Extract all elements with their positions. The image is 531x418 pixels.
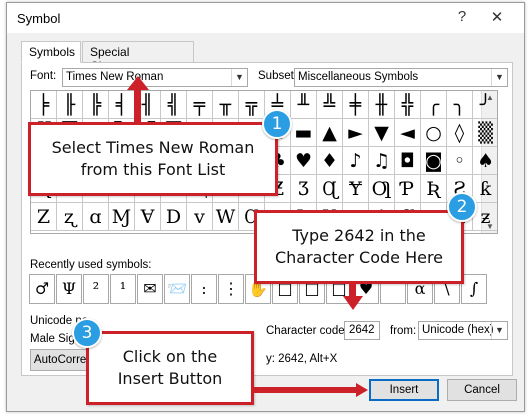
symbol-cell[interactable]: Ƣ [369, 175, 395, 203]
recent-symbol-cell[interactable]: ² [83, 274, 109, 304]
subset-label: Subset: [258, 70, 297, 82]
arrow-up-head [127, 76, 149, 90]
symbol-cell[interactable]: ╣ [161, 91, 187, 119]
symbol-cell[interactable]: ╫ [369, 91, 395, 119]
symbol-cell[interactable]: Ɏ [343, 175, 369, 203]
chevron-down-icon: ▼ [491, 69, 507, 86]
symbol-cell[interactable]: ♥ [291, 147, 317, 175]
from-label: from: [390, 325, 417, 337]
shortcut-text: y: 2642, Alt+X [266, 353, 338, 365]
symbol-cell[interactable]: D [161, 203, 187, 231]
font-label: Font: [30, 70, 57, 82]
callout-1-line-2: from this Font List [80, 160, 226, 179]
callout-select-font: Select Times New Roman from this Font Li… [28, 122, 278, 196]
symbol-cell[interactable]: ◊ [447, 119, 473, 147]
symbol-cell[interactable]: W [213, 203, 239, 231]
from-dropdown[interactable]: Unicode (hex) ▼ [418, 321, 508, 340]
symbol-cell[interactable]: ╥ [213, 91, 239, 119]
symbol-cell[interactable]: ╬ [395, 91, 421, 119]
symbol-cell[interactable]: Ɱ [109, 203, 135, 231]
symbol-cell[interactable]: ◄ [395, 119, 421, 147]
dialog-title: Symbol [17, 11, 61, 26]
chevron-down-icon: ▼ [231, 69, 247, 86]
symbol-cell[interactable]: ♠ [473, 147, 497, 175]
callout-3-line-2: Insert Button [117, 369, 223, 388]
arrow-up-shaft [134, 88, 141, 124]
symbol-cell[interactable]: ╯ [473, 91, 497, 119]
recent-symbol-cell[interactable]: ✉ [137, 274, 163, 304]
symbol-cell[interactable]: ɑ [83, 203, 109, 231]
close-button[interactable]: ✕ [487, 8, 507, 26]
symbol-cell[interactable]: ╡ [109, 91, 135, 119]
recent-symbol-cell[interactable]: ∫ [461, 274, 487, 304]
step-2-badge: 2 [447, 192, 477, 222]
symbol-cell[interactable]: Ʒ [291, 175, 317, 203]
symbol-cell[interactable]: ╞ [31, 91, 57, 119]
subset-value: Miscellaneous Symbols [298, 71, 419, 83]
symbol-cell[interactable]: ◦ [447, 147, 473, 175]
help-button[interactable]: ? [452, 8, 472, 25]
font-dropdown[interactable]: Times New Roman ▼ [62, 68, 248, 87]
symbol-cell[interactable]: ▼ [369, 119, 395, 147]
recent-symbols-label: Recently used symbols: [30, 259, 152, 271]
from-value: Unicode (hex) [422, 324, 494, 336]
symbol-cell[interactable]: ╮ [447, 91, 473, 119]
symbol-cell[interactable]: ◙ [421, 147, 447, 175]
step-1-badge: 1 [262, 109, 292, 139]
insert-button[interactable]: Insert [369, 379, 439, 401]
symbol-cell[interactable]: ╩ [317, 91, 343, 119]
recent-symbol-cell[interactable]: Ψ [56, 274, 82, 304]
character-code-label: Character code: [266, 325, 348, 337]
symbol-cell[interactable]: ▒ [473, 119, 497, 147]
symbol-cell[interactable]: Ʀ [421, 175, 447, 203]
symbol-cell[interactable]: ƙ [473, 175, 497, 203]
symbol-cell[interactable]: ▬ [291, 119, 317, 147]
callout-2-line-2: Character Code Here [274, 248, 444, 267]
symbol-cell[interactable]: ╪ [343, 91, 369, 119]
arrow-down-head [343, 296, 363, 310]
symbol-cell[interactable]: ╟ [57, 91, 83, 119]
symbol-cell[interactable]: ♪ [343, 147, 369, 175]
arrow-down-shaft [349, 283, 356, 297]
symbol-cell[interactable]: ► [343, 119, 369, 147]
recent-symbol-cell[interactable]: : [191, 274, 217, 304]
cancel-button[interactable]: Cancel [447, 379, 517, 401]
arrow-right-shaft [254, 387, 362, 393]
character-code-input[interactable]: 2642 [344, 321, 380, 340]
symbol-cell[interactable]: ╤ [187, 91, 213, 119]
symbol-cell[interactable]: ╭ [421, 91, 447, 119]
recent-symbol-cell[interactable]: ♂ [29, 274, 55, 304]
symbol-cell[interactable]: ○ [421, 119, 447, 147]
step-3-badge: 3 [72, 318, 102, 348]
callout-insert: Click on the Insert Button [86, 331, 254, 405]
subset-dropdown[interactable]: Miscellaneous Symbols ▼ [294, 68, 508, 87]
symbol-cell[interactable]: ♦ [317, 147, 343, 175]
arrow-right-head [356, 383, 368, 397]
recent-symbol-cell[interactable]: 📨 [164, 274, 190, 304]
symbol-cell[interactable]: ╦ [239, 91, 265, 119]
callout-char-code: Type 2642 in the Character Code Here [254, 210, 464, 284]
symbol-cell[interactable]: Ζ [31, 203, 57, 231]
symbol-cell[interactable]: ╨ [291, 91, 317, 119]
chevron-down-icon: ▼ [491, 322, 507, 339]
symbol-cell[interactable]: Ɋ [317, 175, 343, 203]
callout-3-line-1: Click on the [122, 347, 218, 366]
symbol-cell[interactable]: ʐ [57, 203, 83, 231]
symbol-cell[interactable]: Ɐ [135, 203, 161, 231]
symbol-cell[interactable]: v [187, 203, 213, 231]
recent-symbol-cell[interactable]: ¹ [110, 274, 136, 304]
tab-symbols[interactable]: Symbols [21, 41, 81, 63]
symbol-cell[interactable]: ◘ [395, 147, 421, 175]
tab-special-characters[interactable]: Special Characters [82, 41, 194, 73]
symbol-cell[interactable]: ▲ [317, 119, 343, 147]
recent-symbol-cell[interactable]: ⋮ [218, 274, 244, 304]
symbol-cell[interactable]: ╠ [83, 91, 109, 119]
callout-2-line-1: Type 2642 in the [292, 226, 426, 245]
symbol-cell[interactable]: ♫ [369, 147, 395, 175]
symbol-cell[interactable]: Ƥ [395, 175, 421, 203]
callout-1-line-1: Select Times New Roman [51, 138, 255, 157]
title-bar: Symbol ? ✕ [7, 3, 524, 33]
